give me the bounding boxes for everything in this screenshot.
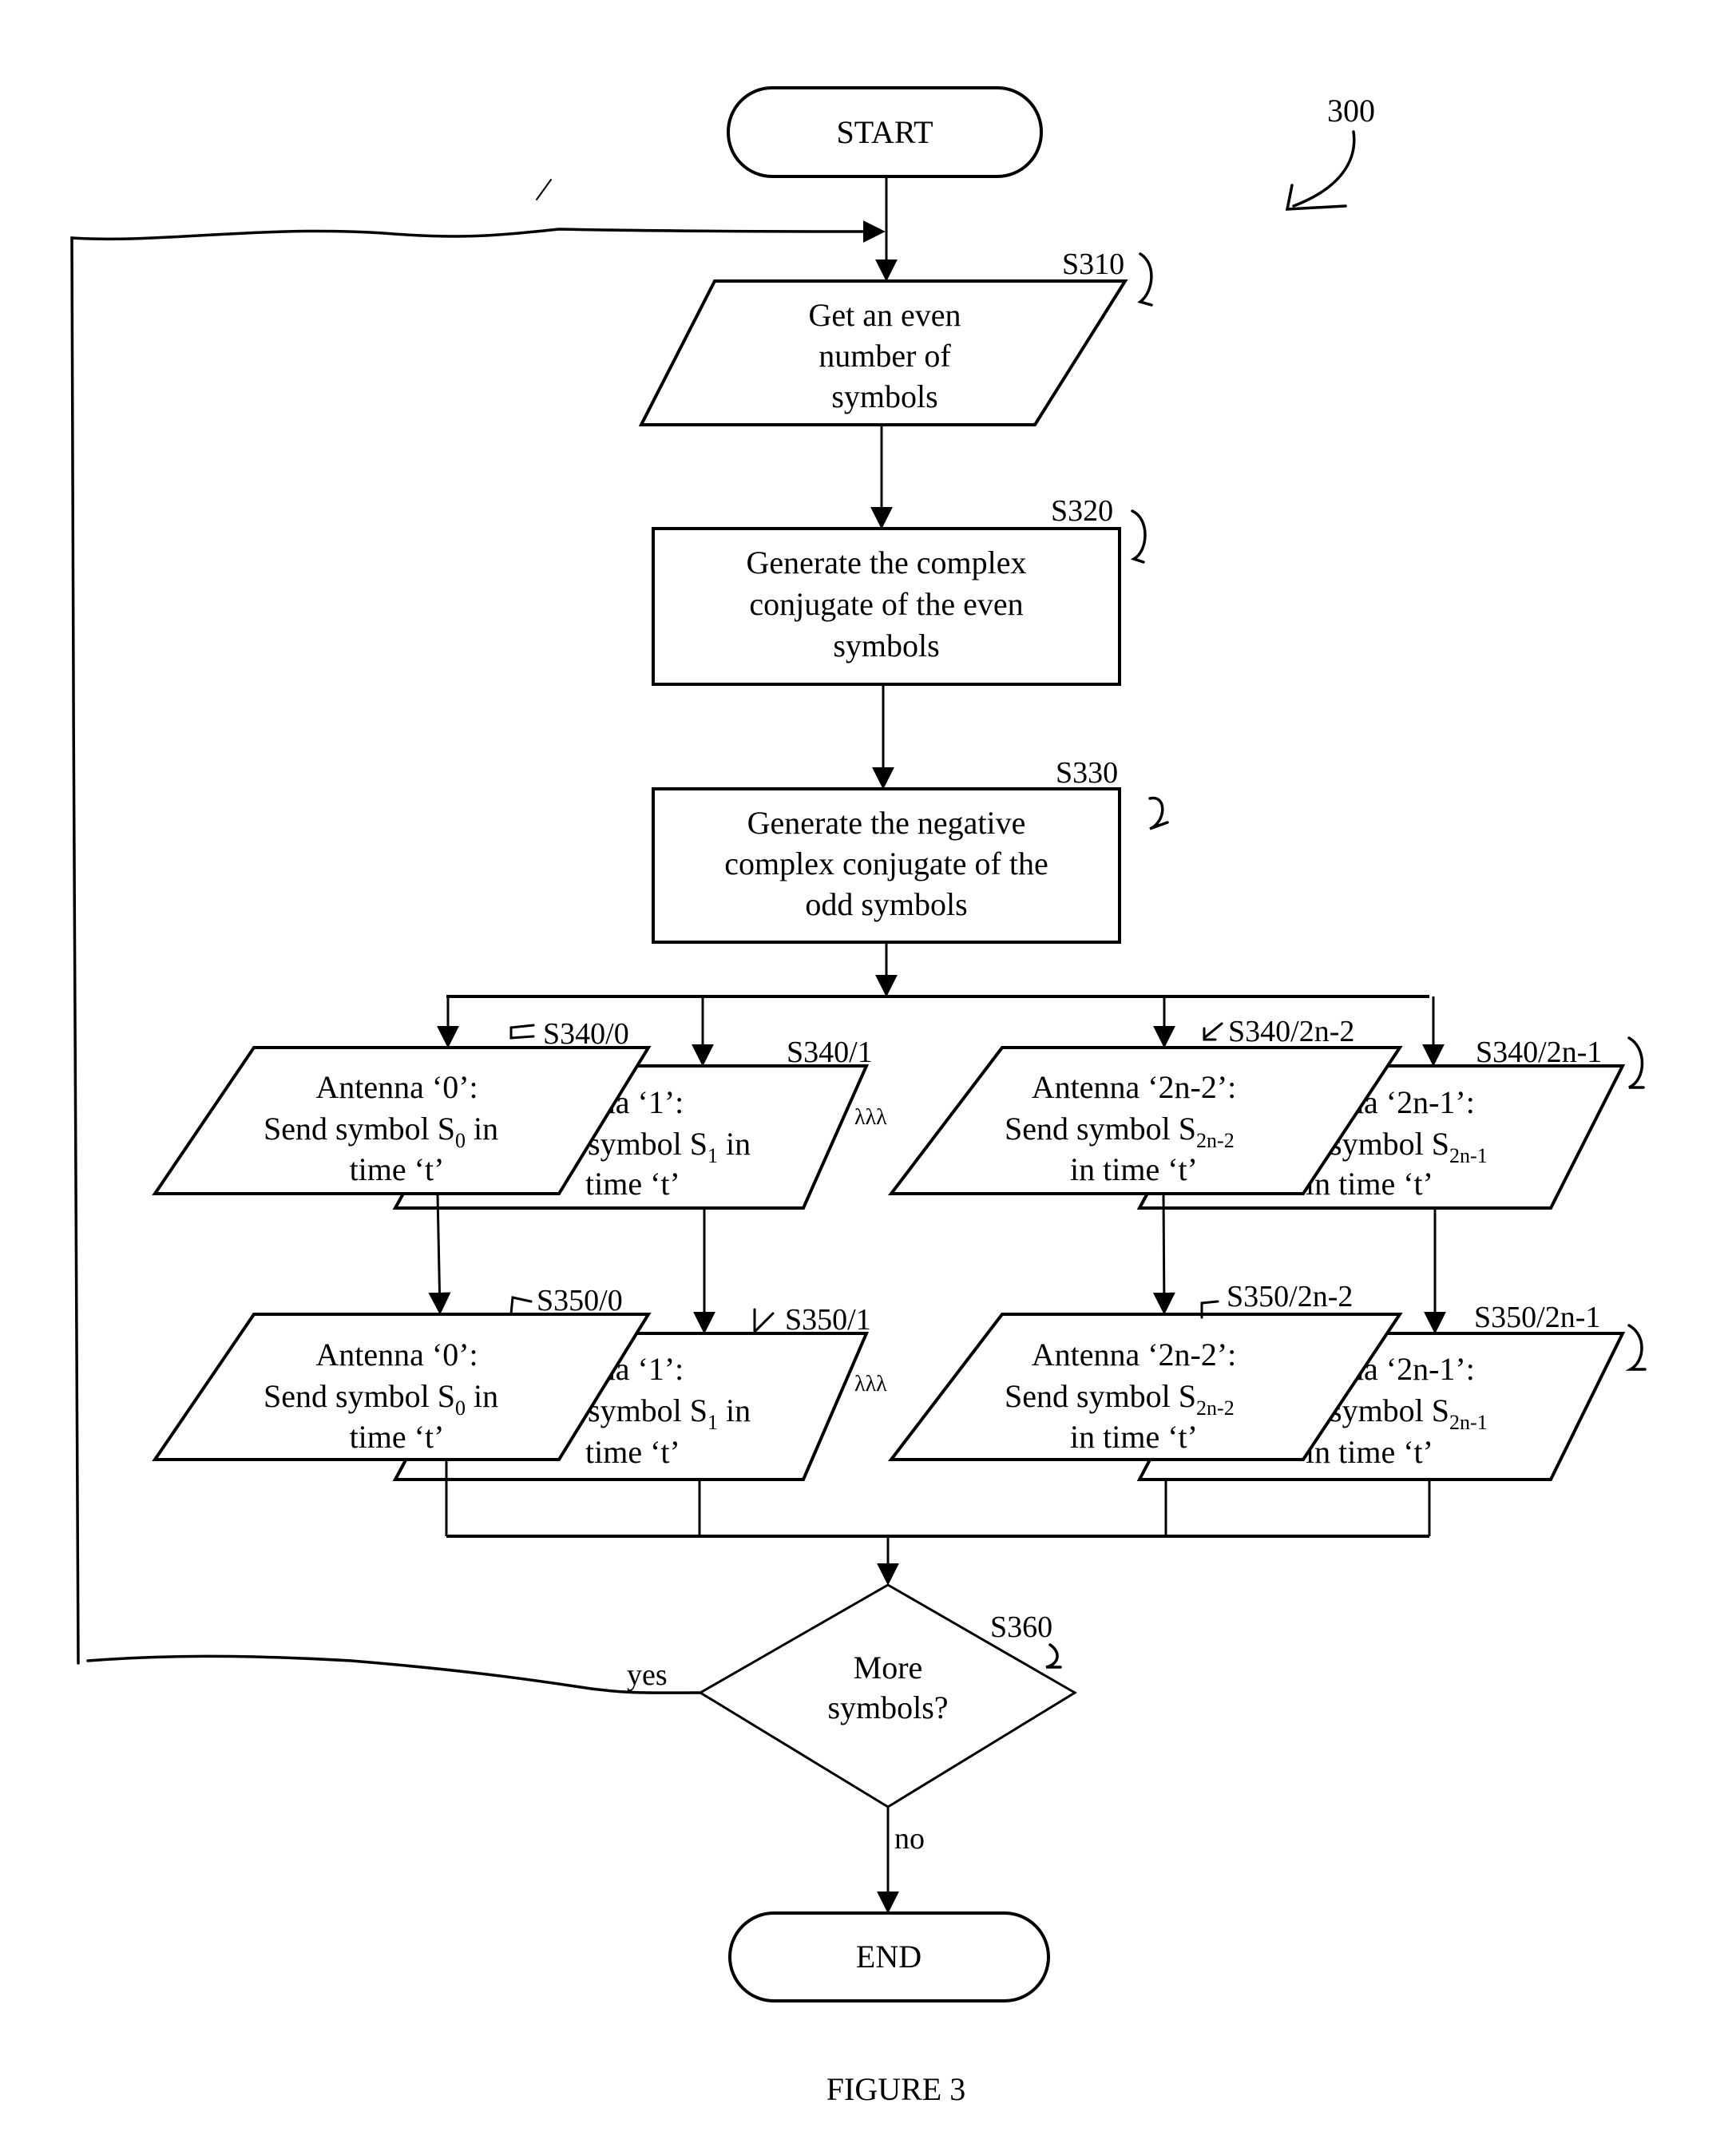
step-s310-line: symbols — [831, 378, 937, 414]
step-s350-2n-1-ref: S350/2n-1 — [1474, 1301, 1600, 1334]
sym-text: symbol S — [1330, 1392, 1449, 1428]
sym-in: in — [726, 1392, 751, 1428]
start-label: START — [836, 114, 933, 150]
step-s340-0-ref-hook-icon — [509, 1024, 535, 1040]
step-s350-1-ref: S350/1 — [785, 1303, 871, 1337]
step-s350-2n-2-line: Antenna ‘2n-2’: — [1032, 1337, 1237, 1373]
sym-subscript: 1 — [707, 1144, 718, 1167]
step-s320-ref: S320 — [1051, 494, 1113, 528]
step-s340-0-line: Antenna ‘0’: — [315, 1069, 478, 1105]
flowchart-figure: 300 START S310 Get an even number of sym… — [70, 86, 1647, 2107]
sym-text: Send symbol S — [1005, 1378, 1196, 1414]
step-s350-2n-1-line: in time ‘t’ — [1306, 1434, 1433, 1470]
end-label: END — [856, 1939, 922, 1975]
sym-in: in — [726, 1126, 751, 1162]
step-s360-line: More — [854, 1650, 923, 1686]
ellipsis-s350: λλλ — [854, 1372, 887, 1396]
step-s330-ref: S330 — [1056, 756, 1118, 790]
sym-suffix — [718, 1392, 726, 1428]
step-s340-2n-1-ref-hook-icon — [1627, 1036, 1645, 1089]
figure-reference-number: 300 — [1327, 93, 1375, 129]
step-s310-line: number of — [818, 338, 951, 374]
step-s350-0-line: Antenna ‘0’: — [315, 1337, 478, 1373]
step-s330-ref-hook-icon — [1148, 796, 1169, 830]
sym-subscript: 1 — [707, 1411, 718, 1434]
step-s340-0-line: time ‘t’ — [350, 1151, 445, 1187]
step-s330-line: Generate the negative — [747, 805, 1026, 841]
step-s330-line: complex conjugate of the — [724, 846, 1048, 881]
yes-label: yes — [627, 1658, 668, 1692]
step-s350-2n-1-ref-hook-icon — [1625, 1324, 1647, 1371]
sym-in: in — [474, 1111, 498, 1147]
step-s340-2n-2-line: Antenna ‘2n-2’: — [1032, 1069, 1237, 1105]
step-s340-0-ref: S340/0 — [543, 1017, 629, 1051]
ellipsis-s340: λλλ — [854, 1105, 887, 1130]
step-s350-2n-2-line: in time ‘t’ — [1070, 1419, 1198, 1455]
step-s350-1-line: symbol S1 in — [588, 1392, 751, 1434]
step-s320-line: symbols — [833, 628, 939, 664]
sym-subscript: 0 — [455, 1129, 466, 1152]
step-s310-ref-hook-icon — [1137, 252, 1153, 307]
connector-s340-2n-2-s350-2n-2 — [1152, 1193, 1175, 1315]
sym-subscript: 0 — [455, 1396, 466, 1420]
step-s340-2n-1-line: in time ‘t’ — [1306, 1166, 1433, 1202]
sym-suffix — [718, 1126, 726, 1162]
reference-arrow-icon — [1285, 130, 1356, 211]
sym-subscript: 2n-2 — [1196, 1129, 1235, 1152]
step-s350-1-ref-hook-icon — [753, 1308, 775, 1333]
step-s340-2n-2-ref: S340/2n-2 — [1228, 1015, 1354, 1048]
step-s310-line: Get an even — [808, 297, 961, 333]
step-s340-1-line: time ‘t’ — [585, 1166, 680, 1202]
step-s360-line: symbols? — [827, 1690, 948, 1725]
sym-text: Send symbol S — [1005, 1111, 1196, 1147]
step-s340-2n-1-ref: S340/2n-1 — [1476, 1036, 1602, 1069]
sym-subscript: 2n-1 — [1449, 1144, 1488, 1167]
step-s340-2n-2-ref-hook-icon — [1203, 1022, 1223, 1041]
step-s340-2n-2-line: in time ‘t’ — [1070, 1151, 1198, 1187]
sym-text: Send symbol S — [264, 1378, 455, 1414]
step-s320-line: Generate the complex — [747, 545, 1027, 580]
step-s310-ref: S310 — [1062, 248, 1124, 281]
step-s340-1-line: symbol S1 in — [588, 1126, 751, 1167]
step-s350-0-line: time ‘t’ — [350, 1419, 445, 1455]
step-s350-1-line: time ‘t’ — [585, 1434, 680, 1470]
step-s360-ref: S360 — [990, 1610, 1052, 1644]
sym-subscript: 2n-1 — [1449, 1411, 1488, 1434]
figure-caption: FIGURE 3 — [826, 2071, 965, 2107]
sym-text: symbol S — [1330, 1126, 1449, 1162]
sym-text: Send symbol S — [264, 1111, 455, 1147]
sym-suffix — [466, 1111, 474, 1147]
step-s350-0-ref-hook-icon — [509, 1296, 533, 1315]
step-s320-ref-hook-icon — [1130, 509, 1147, 564]
sym-suffix — [466, 1378, 474, 1414]
step-s340-1-ref: S340/1 — [787, 1036, 873, 1069]
sym-text: symbol S — [588, 1392, 707, 1428]
sym-subscript: 2n-2 — [1196, 1396, 1235, 1420]
connector-s340-0-s350-0 — [428, 1193, 451, 1315]
no-label: no — [894, 1822, 925, 1856]
scan-mark — [536, 179, 552, 200]
step-s360-ref-hook-icon — [1045, 1643, 1062, 1669]
sym-text: symbol S — [588, 1126, 707, 1162]
step-s350-2n-2-ref: S350/2n-2 — [1227, 1280, 1353, 1313]
yes-branch-line — [86, 1654, 702, 1694]
step-s330-line: odd symbols — [805, 886, 967, 922]
sym-in: in — [474, 1378, 498, 1414]
step-s320-line: conjugate of the even — [749, 586, 1023, 622]
step-s350-0-ref: S350/0 — [537, 1284, 623, 1317]
